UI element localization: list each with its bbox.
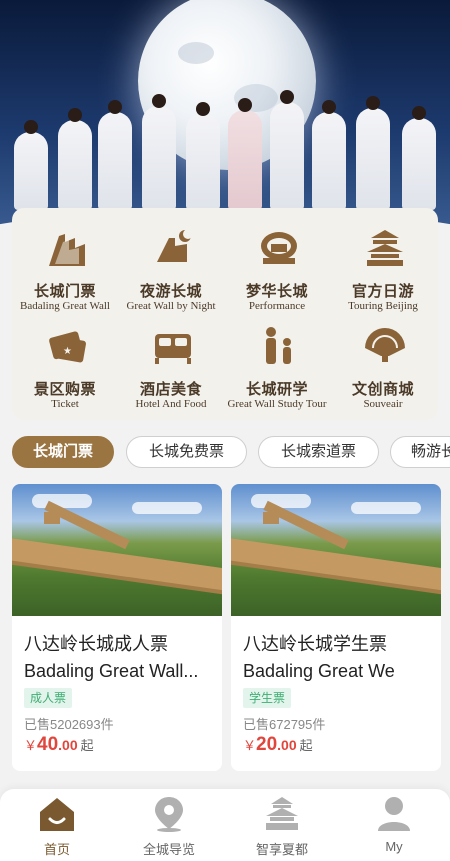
product-card[interactable]: 八达岭长城成人票 Badaling Great Wall... 成人票 已售52… — [12, 484, 222, 771]
menu-item-title: 文创商城 — [351, 380, 414, 398]
great-wall-photo — [231, 484, 441, 616]
dancer — [186, 102, 220, 210]
menu-item-subtitle: Performance — [248, 300, 306, 312]
dancer — [98, 100, 132, 210]
menu-item-night-tour[interactable]: 夜游长城 Great Wall by Night — [118, 216, 224, 312]
product-tag: 学生票 — [243, 688, 292, 708]
menu-item-performance[interactable]: 梦华长城 Performance — [224, 216, 330, 312]
tab-tour[interactable]: 畅游长 — [390, 436, 450, 468]
menu-item-subtitle: Ticket — [51, 398, 79, 410]
nav-label: 智享夏都 — [255, 842, 308, 857]
tab-great-wall-tickets[interactable]: 长城门票 — [12, 436, 114, 468]
home-icon — [40, 798, 74, 831]
temple-icon — [266, 797, 298, 830]
nav-smart-summer[interactable]: 智享夏都 — [226, 789, 338, 861]
price-decimal: .00 — [277, 737, 297, 753]
dancer — [58, 108, 92, 210]
user-icon — [378, 797, 410, 831]
tab-cableway-tickets[interactable]: 长城索道票 — [258, 436, 379, 468]
category-tabs: 长城门票 长城免费票 长城索道票 畅游长 — [12, 436, 450, 470]
menu-item-souvenir-shop[interactable]: 文创商城 Souveair — [330, 314, 436, 410]
price-suffix: 起 — [80, 738, 94, 753]
nav-label: My — [385, 839, 403, 854]
menu-item-title: 长城门票 — [33, 282, 96, 300]
bottom-nav: 首页 全城导览 智享夏都 My — [0, 789, 450, 861]
menu-item-title: 官方日游 — [351, 282, 414, 300]
stage-icon — [261, 232, 297, 264]
product-price: ￥20.00 起 — [243, 734, 313, 756]
menu-item-title: 酒店美食 — [139, 380, 202, 398]
dancer — [312, 100, 346, 210]
product-price: ￥40.00 起 — [24, 734, 94, 756]
ticket-icon: ★ — [49, 331, 86, 363]
product-subtitle: Badaling Great Wall... — [24, 661, 199, 681]
product-subtitle: Badaling Great We — [243, 661, 395, 681]
great-wall-icon — [49, 234, 85, 266]
location-pin-icon — [155, 797, 183, 832]
product-title: 八达岭长城学生票 — [243, 634, 387, 654]
tab-free-tickets[interactable]: 长城免费票 — [126, 436, 247, 468]
menu-item-title: 景区购票 — [33, 380, 96, 398]
dancer — [14, 120, 48, 210]
hero-banner[interactable] — [0, 0, 450, 240]
menu-item-study-tour[interactable]: 长城研学 Great Wall Study Tour — [224, 314, 330, 410]
great-wall-photo — [12, 484, 222, 616]
nav-home[interactable]: 首页 — [1, 789, 113, 861]
menu-item-title: 梦华长城 — [245, 282, 308, 300]
menu-item-subtitle: Badaling Great Wall — [20, 300, 110, 312]
menu-item-subtitle: Great Wall Study Tour — [227, 398, 327, 410]
product-card[interactable]: 八达岭长城学生票 Badaling Great We 学生票 已售672795件… — [231, 484, 441, 771]
menu-item-hotel-food[interactable]: 酒店美食 Hotel And Food — [118, 314, 224, 410]
currency-symbol: ￥ — [24, 738, 38, 753]
nav-label: 首页 — [43, 842, 70, 857]
dancers-stage — [0, 90, 450, 210]
menu-item-subtitle: Touring Beijing — [348, 300, 418, 312]
menu-item-subtitle: Hotel And Food — [135, 398, 207, 410]
sold-count: 已售672795件 — [243, 717, 326, 732]
currency-symbol: ￥ — [243, 738, 257, 753]
price-integer: 20 — [256, 734, 278, 755]
menu-item-title: 长城研学 — [245, 380, 308, 398]
nav-label: 全城导览 — [142, 842, 195, 857]
family-icon — [266, 327, 291, 364]
menu-item-subtitle: Souveair — [363, 398, 403, 410]
nav-my[interactable]: My — [338, 789, 450, 861]
dancer — [402, 106, 436, 210]
sold-count: 已售5202693件 — [24, 717, 114, 732]
product-title: 八达岭长城成人票 — [24, 634, 168, 654]
menu-item-ticket-purchase[interactable]: ★ 景区购票 Ticket — [12, 314, 118, 410]
menu-item-great-wall-tickets[interactable]: 长城门票 Badaling Great Wall — [12, 216, 118, 312]
fan-icon — [365, 328, 405, 362]
dancer — [228, 98, 262, 210]
price-integer: 40 — [37, 734, 59, 755]
price-suffix: 起 — [299, 738, 313, 753]
menu-item-subtitle: Great Wall by Night — [126, 300, 216, 312]
nav-city-guide[interactable]: 全城导览 — [113, 789, 225, 861]
svg-text:★: ★ — [63, 346, 72, 357]
temple-icon — [367, 230, 403, 266]
menu-item-day-tour[interactable]: 官方日游 Touring Beijing — [330, 216, 436, 312]
night-wall-icon — [157, 229, 193, 262]
dancer — [356, 96, 390, 210]
menu-item-title: 夜游长城 — [139, 282, 202, 300]
dancer — [270, 90, 304, 210]
dancer — [142, 94, 176, 210]
service-menu: 长城门票 Badaling Great Wall 夜游长城 Great Wall… — [12, 208, 438, 420]
price-decimal: .00 — [58, 737, 78, 753]
bed-icon — [155, 334, 191, 364]
product-tag: 成人票 — [24, 688, 73, 708]
